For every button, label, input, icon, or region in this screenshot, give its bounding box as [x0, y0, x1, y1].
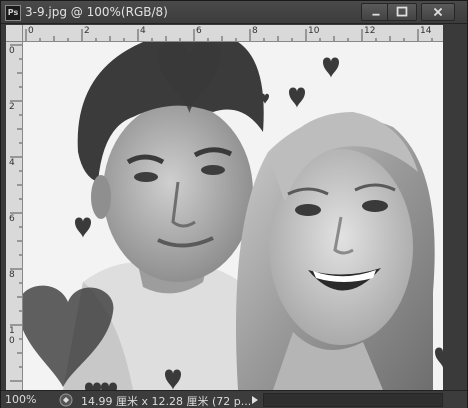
horizontal-scrollbar[interactable]	[263, 393, 443, 407]
document-title: 3-9.jpg @ 100%(RGB/8)	[25, 5, 168, 19]
horizontal-ruler[interactable]: 0 2 4 6 8 10 12 14	[23, 25, 443, 42]
title-bar[interactable]: Ps 3-9.jpg @ 100%(RGB/8)	[1, 1, 467, 24]
zoom-level-field[interactable]: 100%	[5, 393, 53, 407]
document-info-icon[interactable]	[59, 393, 73, 407]
vertical-scrollbar[interactable]	[443, 25, 467, 390]
maximize-icon	[396, 6, 408, 17]
ruler-label: 6	[9, 214, 15, 224]
photo-couple-with-hearts	[23, 42, 443, 390]
ruler-label: 12	[364, 26, 376, 36]
ruler-label: 4	[140, 26, 146, 36]
ruler-label: 14	[420, 26, 432, 36]
ruler-label: 10	[308, 26, 320, 36]
document-window: Ps 3-9.jpg @ 100%(RGB/8) 0 2 4 6 8 10 12…	[0, 0, 468, 408]
ruler-label: 8	[9, 270, 15, 280]
photoshop-app-icon: Ps	[5, 5, 21, 21]
ruler-origin[interactable]	[6, 25, 23, 42]
ruler-label: 8	[252, 26, 258, 36]
ruler-label: 4	[9, 158, 15, 168]
close-icon	[433, 7, 443, 17]
document-size-info: 14.99 厘米 x 12.28 厘米 (72 p...	[81, 395, 252, 408]
ruler-label: 2	[9, 102, 15, 112]
minimize-icon	[372, 13, 380, 16]
maximize-button[interactable]	[387, 3, 417, 21]
ruler-label: 2	[84, 26, 90, 36]
status-bar: 100% 14.99 厘米 x 12.28 厘米 (72 p...	[1, 390, 467, 408]
ruler-label: 0	[28, 26, 34, 36]
play-arrow-icon[interactable]	[251, 395, 259, 405]
image-canvas[interactable]	[23, 42, 443, 390]
close-button[interactable]	[421, 3, 455, 21]
vertical-ruler[interactable]: 0 2 4 6 8 1 0	[6, 42, 23, 390]
ruler-label: 0	[9, 46, 15, 56]
ruler-label: 1 0	[9, 326, 15, 346]
ruler-label: 6	[196, 26, 202, 36]
